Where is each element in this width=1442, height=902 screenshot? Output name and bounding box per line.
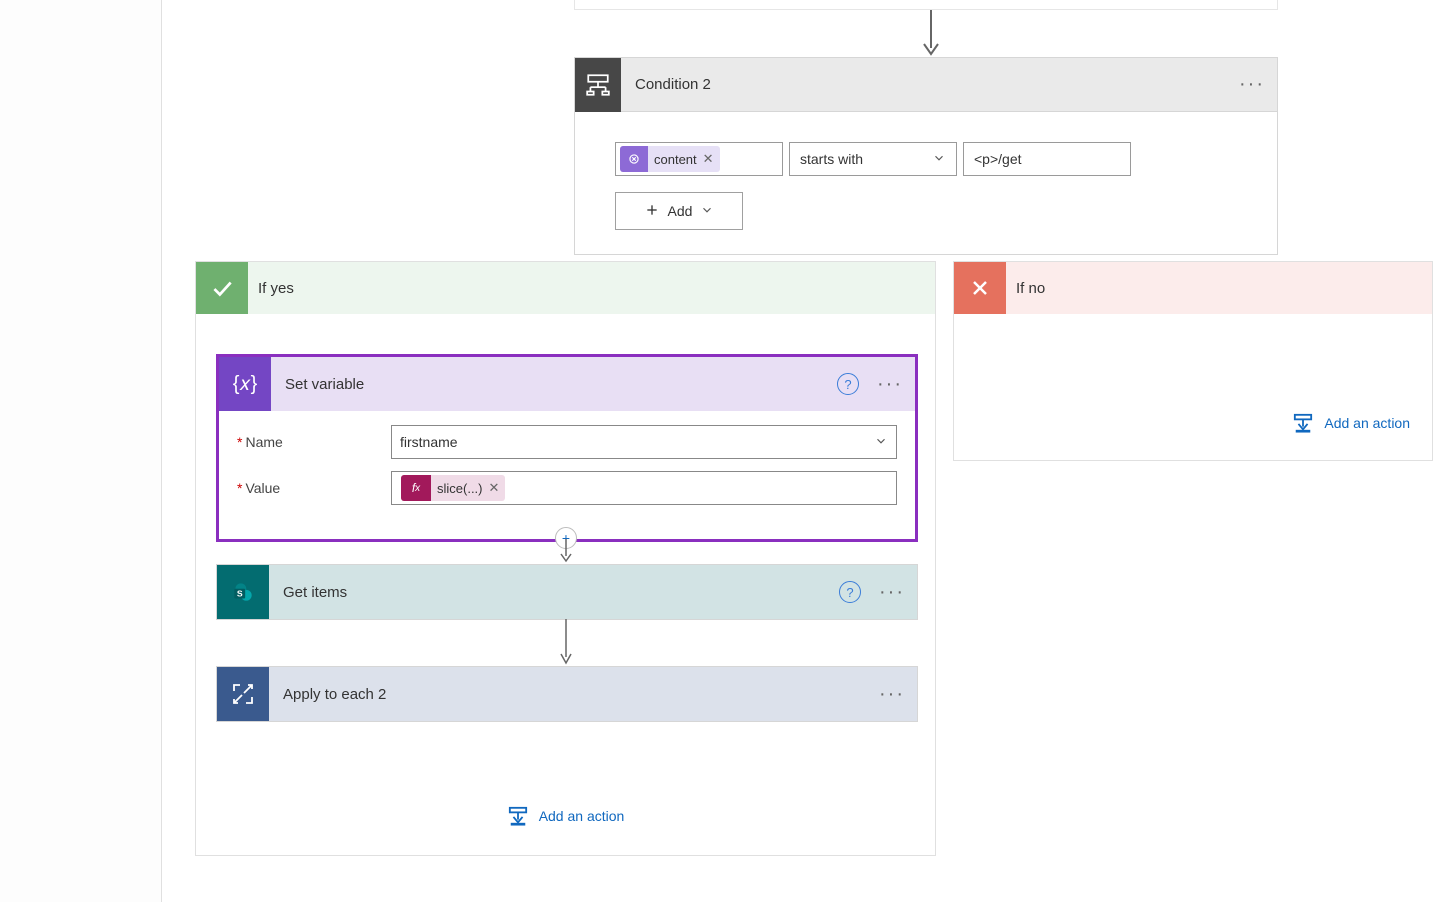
variable-icon: {𝑥} <box>219 357 271 411</box>
token-remove-icon[interactable]: ✕ <box>703 151 714 167</box>
add-action-button-yes[interactable]: Add an action <box>196 807 935 825</box>
add-action-button-no[interactable]: Add an action <box>1292 414 1410 432</box>
condition-body: content ✕ starts with <p>/get <box>575 112 1277 254</box>
value-input[interactable]: fx slice(...) ✕ <box>391 471 897 505</box>
condition-add-button[interactable]: Add <box>615 192 743 230</box>
set-variable-action[interactable]: {𝑥} Set variable ? ··· *Name firstname <box>216 354 918 542</box>
dynamic-content-icon <box>620 146 648 172</box>
condition-menu-button[interactable]: ··· <box>1227 73 1277 96</box>
set-variable-body: *Name firstname *Value fx slice(...) <box>219 411 915 539</box>
condition-icon <box>575 58 621 112</box>
name-select[interactable]: firstname <box>391 425 897 459</box>
plus-icon <box>644 202 660 221</box>
add-action-icon <box>507 807 529 825</box>
if-yes-label: If yes <box>248 280 294 297</box>
condition-card[interactable]: Condition 2 ··· content ✕ starts with <box>574 57 1278 255</box>
value-field-label: *Value <box>237 480 391 496</box>
name-value: firstname <box>400 434 458 450</box>
condition-header[interactable]: Condition 2 ··· <box>575 58 1277 112</box>
condition-left-operand[interactable]: content ✕ <box>615 142 783 176</box>
chevron-down-icon <box>932 151 946 168</box>
set-variable-menu-button[interactable]: ··· <box>865 373 915 396</box>
set-variable-title: Set variable <box>271 376 837 393</box>
help-icon[interactable]: ? <box>837 373 859 395</box>
if-no-label: If no <box>1006 280 1045 297</box>
condition-operator-select[interactable]: starts with <box>789 142 957 176</box>
if-yes-header[interactable]: If yes <box>196 262 935 314</box>
if-no-header[interactable]: If no <box>954 262 1432 314</box>
get-items-menu-button[interactable]: ··· <box>867 581 917 604</box>
chevron-down-icon <box>700 203 714 220</box>
add-action-label: Add an action <box>539 808 625 824</box>
expression-token[interactable]: fx slice(...) ✕ <box>401 475 505 501</box>
add-action-label: Add an action <box>1324 415 1410 431</box>
loop-icon <box>217 667 269 721</box>
apply-to-each-header[interactable]: Apply to each 2 ··· <box>217 667 917 721</box>
condition-title: Condition 2 <box>621 76 1227 93</box>
token-label: content <box>648 152 703 167</box>
condition-operator-value: starts with <box>800 151 863 167</box>
set-variable-header[interactable]: {𝑥} Set variable ? ··· <box>219 357 915 411</box>
checkmark-icon <box>196 262 248 314</box>
name-field-label: *Name <box>237 434 391 450</box>
chevron-down-icon <box>874 434 888 451</box>
apply-to-each-menu-button[interactable]: ··· <box>867 683 917 706</box>
svg-text:S: S <box>237 588 243 598</box>
help-icon[interactable]: ? <box>839 581 861 603</box>
if-yes-branch: If yes {𝑥} Set variable ? ··· *Name firs… <box>195 261 936 856</box>
get-items-header[interactable]: S Get items ? ··· <box>217 565 917 619</box>
token-remove-icon[interactable]: ✕ <box>489 480 500 496</box>
apply-to-each-title: Apply to each 2 <box>269 686 867 703</box>
add-action-icon <box>1292 414 1314 432</box>
fx-icon: fx <box>401 475 431 501</box>
left-sidebar <box>0 0 162 902</box>
apply-to-each-action[interactable]: Apply to each 2 ··· <box>216 666 918 722</box>
dynamic-content-token[interactable]: content ✕ <box>620 146 720 172</box>
add-label: Add <box>668 203 693 219</box>
arrow-down-icon <box>558 539 578 567</box>
arrow-down-icon <box>921 10 941 57</box>
condition-value-text: <p>/get <box>974 151 1022 167</box>
expression-label: slice(...) <box>431 481 489 496</box>
close-icon <box>954 262 1006 314</box>
if-no-branch: If no Add an action <box>953 261 1433 461</box>
sharepoint-icon: S <box>217 565 269 619</box>
get-items-title: Get items <box>269 584 839 601</box>
condition-value-input[interactable]: <p>/get <box>963 142 1131 176</box>
arrow-down-icon <box>558 619 578 669</box>
previous-step-outline <box>574 0 1278 10</box>
get-items-action[interactable]: S Get items ? ··· <box>216 564 918 620</box>
